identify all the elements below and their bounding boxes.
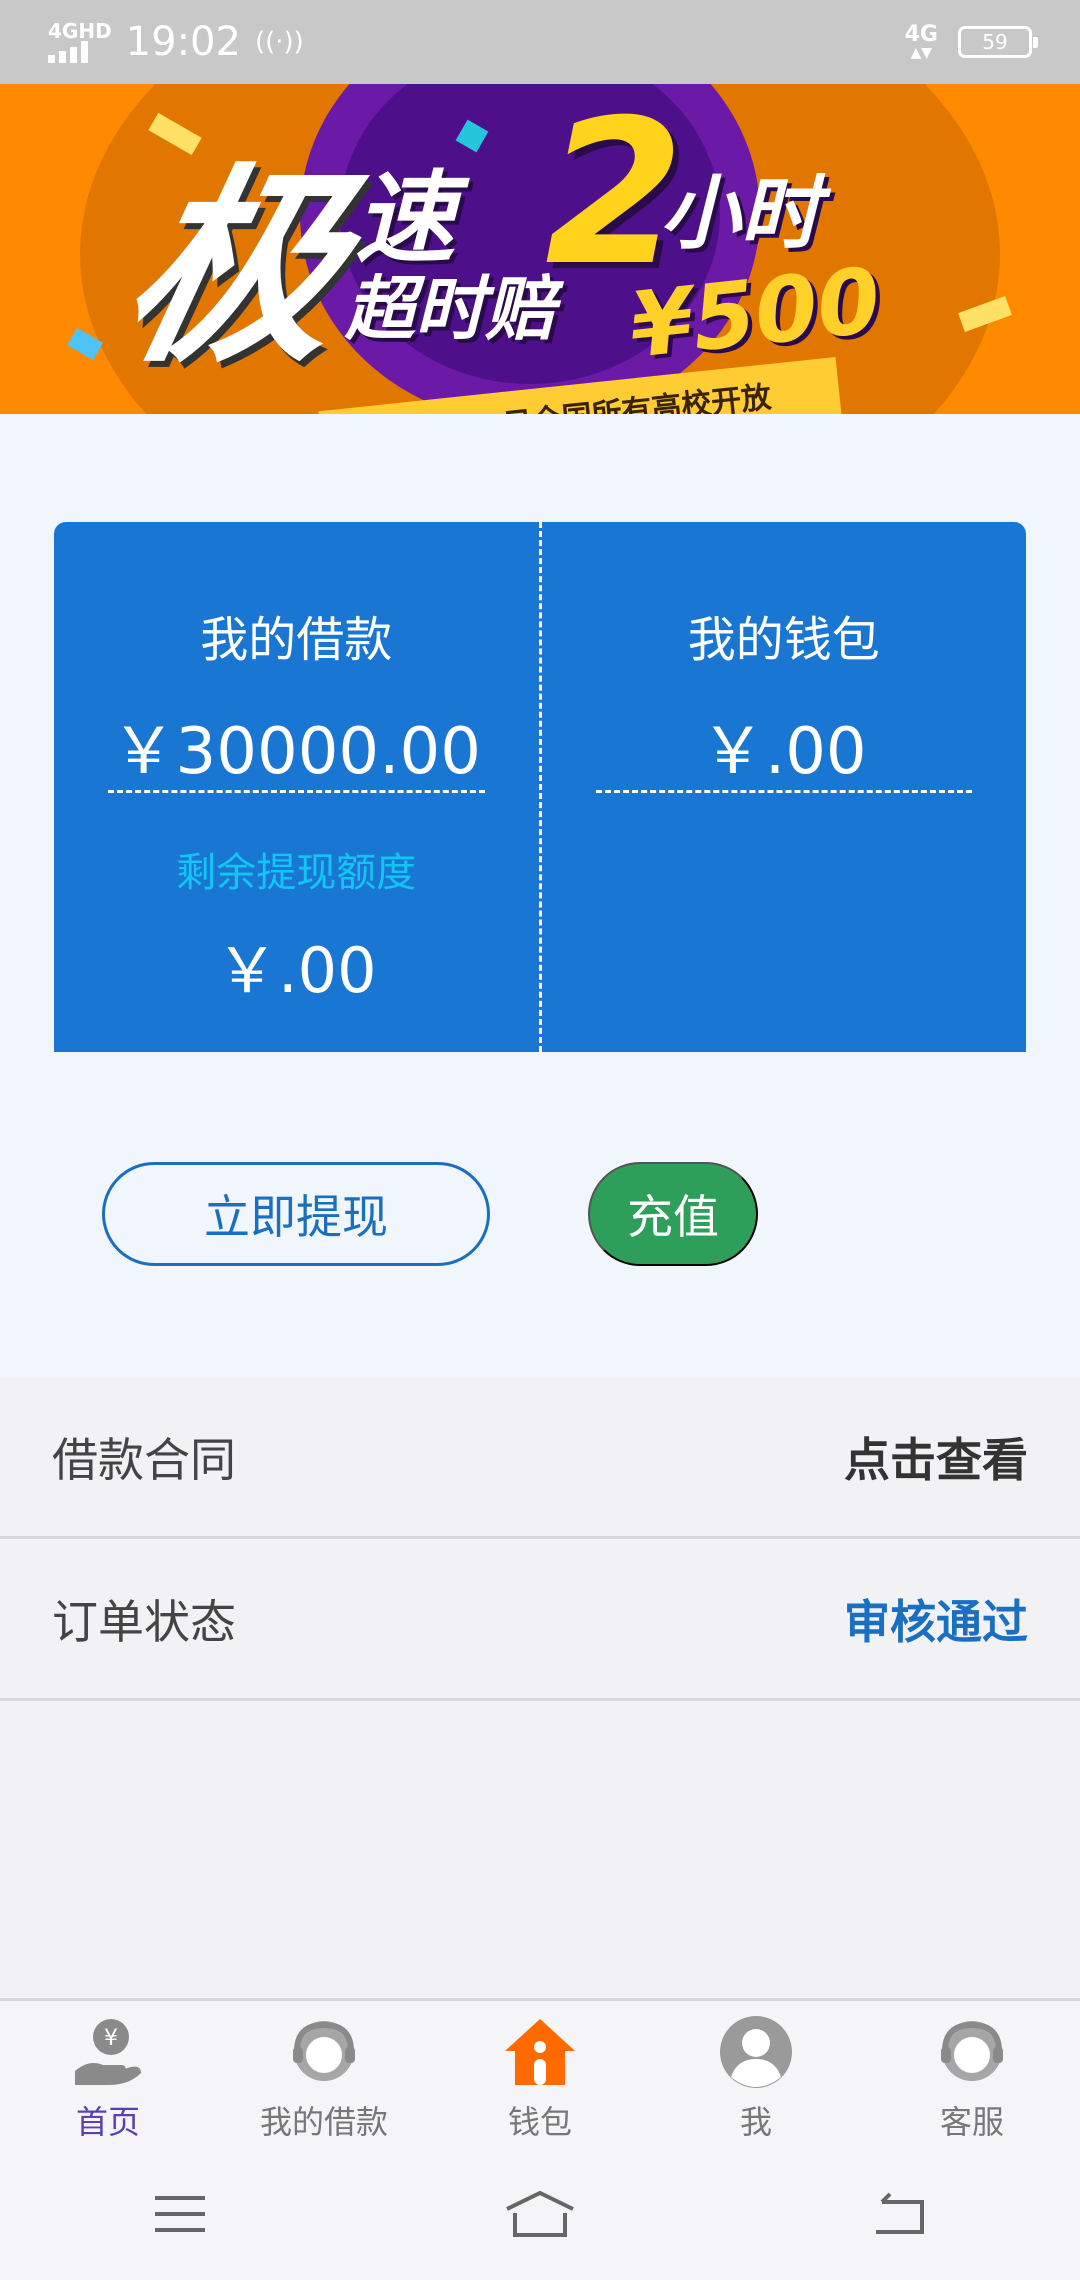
house-icon	[505, 2019, 575, 2085]
headset-person-icon	[293, 2021, 355, 2081]
tab-customer-service-label: 客服	[939, 2103, 1004, 2141]
battery-level: 59	[982, 30, 1008, 54]
banner-char-ji: 极	[104, 146, 367, 391]
tab-my-loans[interactable]: 我的借款	[216, 2001, 432, 2148]
network-type: 4G	[904, 22, 938, 47]
loan-amount: ￥30000.00	[111, 715, 481, 789]
info-list: 借款合同 点击查看 订单状态 审核通过	[0, 1377, 1080, 1997]
battery-icon: 59	[958, 26, 1038, 58]
remaining-withdraw-label: 剩余提现额度	[176, 850, 417, 896]
promo-banner[interactable]: 极 速 2 小时 超时赔 ¥500 10月21日全国所有高校开放	[0, 84, 1080, 414]
status-right: 4G ▲▼ 59	[904, 22, 1038, 61]
headset-person-icon	[941, 2021, 1003, 2081]
back-icon	[876, 2192, 924, 2234]
loan-card-title: 我的借款	[200, 612, 393, 668]
tab-my-loans-label: 我的借款	[259, 2103, 388, 2141]
network-tag: 4GHD	[48, 19, 112, 43]
card-divider	[595, 790, 972, 793]
tab-home[interactable]: ¥ 首页	[0, 2001, 216, 2148]
remaining-withdraw-amount: ￥.00	[215, 934, 377, 1007]
order-status-value: 审核通过	[844, 1594, 1028, 1649]
user-icon	[720, 2016, 792, 2088]
wallet-amount: ￥.00	[700, 715, 867, 789]
banner-char-su: 速	[355, 160, 455, 277]
menu-icon	[155, 2196, 205, 2232]
list-item-contract[interactable]: 借款合同 点击查看	[0, 1377, 1080, 1539]
list-item-order-status: 订单状态 审核通过	[0, 1539, 1080, 1701]
bottom-tab-bar: ¥ 首页 我的借款 钱包 我 客服	[0, 1998, 1080, 2148]
svg-text:¥: ¥	[104, 2026, 118, 2051]
tab-me-label: 我	[739, 2103, 772, 2141]
banner-amount: ¥500	[625, 248, 886, 379]
loan-card[interactable]: 我的借款 ￥30000.00 剩余提现额度 ￥.00	[54, 522, 542, 1052]
network-type-icon: 4G ▲▼	[904, 22, 938, 61]
home-money-icon: ¥	[75, 2019, 141, 2085]
wallet-card[interactable]: 我的钱包 ￥.00	[542, 522, 1027, 1052]
wallet-card-title: 我的钱包	[687, 612, 880, 668]
withdraw-button[interactable]: 立即提现	[102, 1162, 490, 1266]
menu-nav-button[interactable]	[140, 2184, 220, 2244]
signal-icon: 4GHD	[48, 21, 112, 63]
contract-label: 借款合同	[52, 1432, 236, 1487]
tab-wallet-label: 钱包	[507, 2103, 572, 2141]
status-bar: 4GHD 19:02 ((·)) 4G ▲▼ 59	[0, 0, 1080, 84]
back-nav-button[interactable]	[860, 2184, 940, 2244]
tab-customer-service[interactable]: 客服	[864, 2001, 1080, 2148]
card-divider	[108, 790, 485, 793]
home-nav-button[interactable]	[500, 2184, 580, 2244]
order-status-label: 订单状态	[52, 1594, 236, 1649]
view-contract-link[interactable]: 点击查看	[844, 1424, 1028, 1490]
status-time: 19:02	[125, 19, 241, 65]
tab-me[interactable]: 我	[648, 2001, 864, 2148]
tab-wallet[interactable]: 钱包	[432, 2001, 648, 2148]
banner-hours: 小时	[660, 167, 820, 260]
tab-home-label: 首页	[75, 2103, 140, 2141]
status-left: 4GHD 19:02 ((·))	[48, 19, 304, 65]
banner-compensation: 超时赔	[345, 268, 555, 350]
home-outline-icon	[506, 2190, 574, 2237]
account-cards: 我的借款 ￥30000.00 剩余提现额度 ￥.00 我的钱包 ￥.00	[54, 522, 1026, 1052]
vibrate-icon: ((·))	[254, 27, 304, 57]
recharge-button[interactable]: 充值	[588, 1162, 758, 1266]
system-nav-bar	[0, 2148, 1080, 2280]
